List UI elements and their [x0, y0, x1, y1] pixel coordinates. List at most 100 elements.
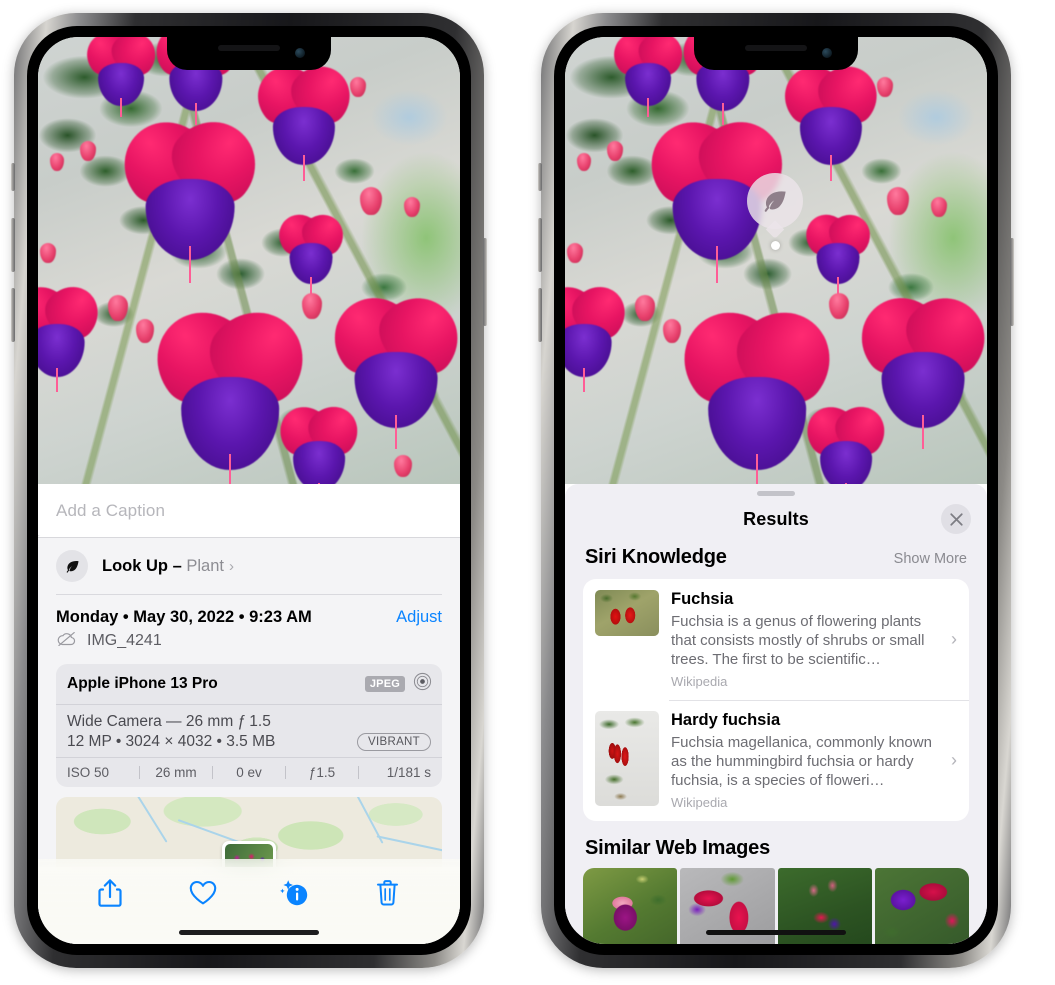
- delete-button[interactable]: [365, 873, 411, 913]
- file-name: IMG_4241: [87, 632, 162, 649]
- earpiece-speaker: [745, 45, 807, 51]
- web-image-thumbnail[interactable]: [874, 867, 969, 944]
- flower-bud: [80, 141, 96, 161]
- visual-look-up-marker[interactable]: [747, 173, 803, 250]
- close-button[interactable]: [941, 504, 971, 534]
- info-button[interactable]: [272, 873, 318, 913]
- knowledge-source: Wikipedia: [671, 794, 728, 810]
- power-button[interactable]: [483, 238, 487, 326]
- knowledge-row[interactable]: Hardy fuchsia Fuchsia magellanica, commo…: [583, 699, 969, 821]
- section-title: Siri Knowledge: [585, 546, 727, 568]
- look-up-row[interactable]: ✦ ✦ Look Up – Plant›: [38, 527, 460, 594]
- favorite-button[interactable]: [180, 873, 226, 913]
- knowledge-description: Fuchsia magellanica, commonly known as t…: [671, 733, 932, 789]
- flower: [565, 275, 637, 392]
- exif-exposure: 0 ev: [236, 764, 262, 780]
- camera-body: Wide Camera — 26 mm ƒ 1.5 12 MP • 3024 ×…: [56, 705, 442, 757]
- flower-bud: [40, 243, 56, 263]
- knowledge-row[interactable]: Fuchsia Fuchsia is a genus of flowering …: [583, 579, 969, 700]
- camera-device-name: Apple iPhone 13 Pro: [67, 674, 218, 692]
- knowledge-source: Wikipedia: [671, 673, 728, 689]
- leaf-icon: [747, 173, 803, 229]
- flower-bud: [302, 293, 322, 319]
- location-map[interactable]: [56, 796, 442, 867]
- flower: [797, 206, 879, 295]
- power-button[interactable]: [1010, 238, 1014, 326]
- lens-info: Wide Camera — 26 mm ƒ 1.5: [67, 712, 271, 730]
- flower-bud: [829, 293, 849, 319]
- caption-field-row[interactable]: Add a Caption: [38, 484, 460, 538]
- adjust-button[interactable]: Adjust: [396, 608, 442, 627]
- home-indicator[interactable]: [179, 930, 319, 935]
- share-button[interactable]: [87, 873, 133, 913]
- flower-bud: [404, 197, 420, 217]
- look-up-label: Look Up – Plant ›: [102, 557, 234, 576]
- exif-focal: 26 mm: [155, 764, 197, 780]
- phone-left-bezel: Add a Caption ✦ ✦ Look Up – Plant›: [27, 26, 471, 955]
- flower: [772, 54, 890, 181]
- siri-knowledge-card: Fuchsia Fuchsia is a genus of flowering …: [583, 579, 969, 821]
- front-camera-icon: [822, 48, 832, 58]
- capture-date: Monday • May 30, 2022 • 9:23 AM: [56, 607, 312, 626]
- screenshot-canvas: Add a Caption ✦ ✦ Look Up – Plant›: [0, 0, 1055, 985]
- flower: [269, 396, 369, 484]
- home-indicator[interactable]: [706, 930, 846, 935]
- flower-bud: [887, 187, 909, 215]
- volume-up-button[interactable]: [11, 218, 15, 272]
- flower: [604, 37, 692, 118]
- volume-down-button[interactable]: [11, 288, 15, 342]
- notch: [694, 37, 858, 70]
- look-up-subject: Plant: [186, 556, 224, 575]
- metadata-section: Monday • May 30, 2022 • 9:23 AM Adjust I…: [38, 594, 460, 867]
- knowledge-thumbnail: [595, 710, 659, 806]
- photographic-style-badge: VIBRANT: [357, 732, 431, 751]
- flower-bud: [635, 295, 655, 321]
- flower: [845, 281, 987, 450]
- volume-down-button[interactable]: [538, 288, 542, 342]
- similar-web-images-header: Similar Web Images: [565, 821, 987, 868]
- flower: [318, 281, 460, 450]
- knowledge-thumbnail: [595, 590, 659, 636]
- exif-shutter: 1/181 s: [386, 764, 431, 780]
- results-sheet: Results Siri Knowledge Show More Fuchsia…: [565, 484, 987, 944]
- flower: [77, 37, 165, 118]
- front-camera-icon: [295, 48, 305, 58]
- caption-placeholder: Add a Caption: [56, 500, 166, 520]
- flower-bud: [577, 153, 591, 171]
- flower: [106, 104, 274, 283]
- map-river: [376, 834, 442, 852]
- file-row: IMG_4241: [56, 627, 442, 664]
- silent-switch[interactable]: [538, 163, 542, 191]
- earpiece-speaker: [218, 45, 280, 51]
- leaf-icon: [56, 550, 88, 582]
- silent-switch[interactable]: [11, 163, 15, 191]
- flower: [270, 206, 352, 295]
- flower: [664, 292, 850, 484]
- flower-bud: [931, 197, 947, 217]
- phone-left: Add a Caption ✦ ✦ Look Up – Plant›: [11, 13, 487, 968]
- section-title: Similar Web Images: [585, 836, 770, 859]
- siri-knowledge-header: Siri Knowledge Show More: [565, 542, 987, 579]
- photo-viewer[interactable]: [565, 37, 987, 484]
- flower-bud: [108, 295, 128, 321]
- chevron-right-icon: ›: [951, 749, 957, 770]
- flower-bud: [877, 77, 893, 97]
- flower-bud: [607, 141, 623, 161]
- photo-viewer[interactable]: [38, 37, 460, 484]
- show-more-button[interactable]: Show More: [894, 551, 967, 567]
- volume-up-button[interactable]: [538, 218, 542, 272]
- chevron-right-icon: ›: [951, 628, 957, 649]
- phone-left-screen: Add a Caption ✦ ✦ Look Up – Plant›: [38, 37, 460, 944]
- flower-bud: [567, 243, 583, 263]
- flower-bud: [50, 153, 64, 171]
- marker-dot: [770, 241, 780, 250]
- flower-bud: [136, 319, 154, 343]
- web-image-thumbnail[interactable]: [583, 867, 678, 944]
- flower-bud: [350, 77, 366, 97]
- knowledge-title: Fuchsia: [671, 590, 734, 608]
- chevron-right-icon: ›: [228, 557, 234, 575]
- knowledge-description: Fuchsia is a genus of flowering plants t…: [671, 612, 925, 668]
- phone-right-screen: Results Siri Knowledge Show More Fuchsia…: [565, 37, 987, 944]
- flower: [38, 275, 110, 392]
- knowledge-title: Hardy fuchsia: [671, 710, 781, 729]
